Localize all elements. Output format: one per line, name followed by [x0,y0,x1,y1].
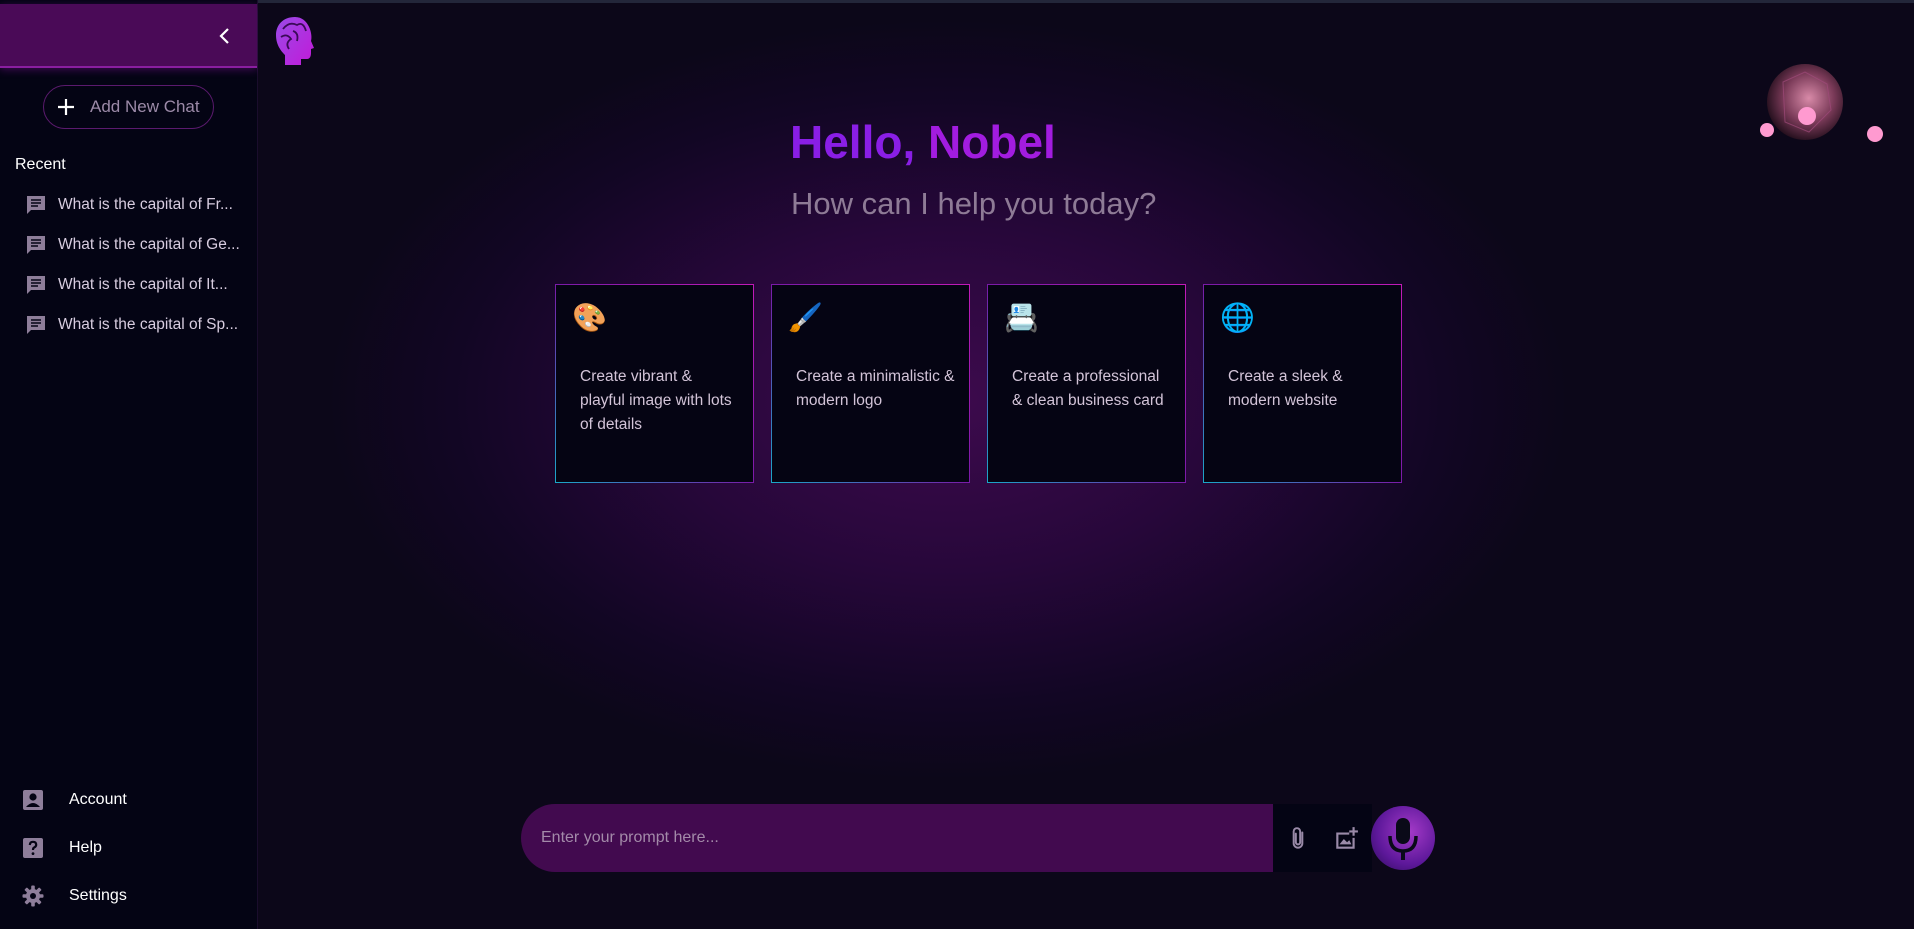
paperclip-icon[interactable] [1285,826,1311,852]
suggestion-card[interactable]: 📇 Create a professional & clean business… [987,284,1186,483]
top-divider [258,0,1914,3]
settings-label: Settings [69,887,127,904]
greeting-heading: Hello, Nobel [790,115,1056,169]
recent-chat-label: What is the capital of It... [58,276,228,293]
paintbrush-icon: 🖌️ [788,301,823,334]
plus-icon [58,99,74,115]
chat-icon [27,236,45,254]
recent-chat-item[interactable]: What is the capital of Ge... [0,225,258,265]
prompt-bar [521,804,1273,872]
suggestion-card-text: Create a professional & clean business c… [1012,368,1164,409]
globe-icon: 🌐 [1220,301,1255,334]
help-icon [23,838,43,858]
add-new-chat-label: Add New Chat [90,97,200,116]
sidebar: Add New Chat Recent What is the capital … [0,0,258,929]
help-label: Help [69,839,102,856]
sidebar-item-account[interactable]: Account [0,776,258,824]
sidebar-header [0,4,257,68]
microphone-icon [1388,818,1418,860]
suggestion-card-text: Create a minimalistic & modern logo [796,368,955,409]
card-index-icon: 📇 [1004,301,1039,334]
assistant-orb-avatar [1760,64,1883,142]
add-image-icon[interactable] [1333,826,1359,852]
brand-logo-icon [276,17,314,65]
settings-icon [22,885,44,907]
chat-icon [27,276,45,294]
suggestion-card[interactable]: 🎨 Create vibrant & playful image with lo… [555,284,754,483]
recent-chat-label: What is the capital of Fr... [58,196,233,213]
app-root: Add New Chat Recent What is the capital … [0,0,1914,929]
sidebar-footer: Account Help Settings [0,776,258,920]
greeting-prefix: Hello, [790,116,929,168]
recent-chat-label: What is the capital of Ge... [58,236,240,253]
sidebar-item-settings[interactable]: Settings [0,872,258,920]
sidebar-item-help[interactable]: Help [0,824,258,872]
prompt-tools [1273,804,1372,872]
suggestion-cards: 🎨 Create vibrant & playful image with lo… [555,284,1402,483]
chevron-left-icon[interactable] [213,24,237,48]
recent-chat-item[interactable]: What is the capital of Fr... [0,185,258,225]
recent-chat-item[interactable]: What is the capital of Sp... [0,305,258,345]
recent-heading: Recent [15,156,66,173]
palette-icon: 🎨 [572,301,607,334]
account-icon [23,790,43,810]
suggestion-card-text: Create a sleek & modern website [1228,368,1343,409]
microphone-button[interactable] [1371,806,1435,870]
greeting-subtitle: How can I help you today? [791,186,1157,221]
suggestion-card[interactable]: 🌐 Create a sleek & modern website [1203,284,1402,483]
chat-icon [27,196,45,214]
suggestion-card[interactable]: 🖌️ Create a minimalistic & modern logo [771,284,970,483]
account-label: Account [69,791,127,808]
main-panel: Hello, Nobel How can I help you today? 🎨… [258,0,1914,929]
recent-chat-label: What is the capital of Sp... [58,316,239,333]
chat-icon [27,316,45,334]
suggestion-card-text: Create vibrant & playful image with lots… [580,368,732,433]
add-new-chat-button[interactable]: Add New Chat [43,85,214,129]
greeting-name: Nobel [928,116,1056,168]
prompt-input[interactable] [541,804,1261,872]
recent-chat-list: What is the capital of Fr... What is the… [0,185,258,345]
recent-chat-item[interactable]: What is the capital of It... [0,265,258,305]
